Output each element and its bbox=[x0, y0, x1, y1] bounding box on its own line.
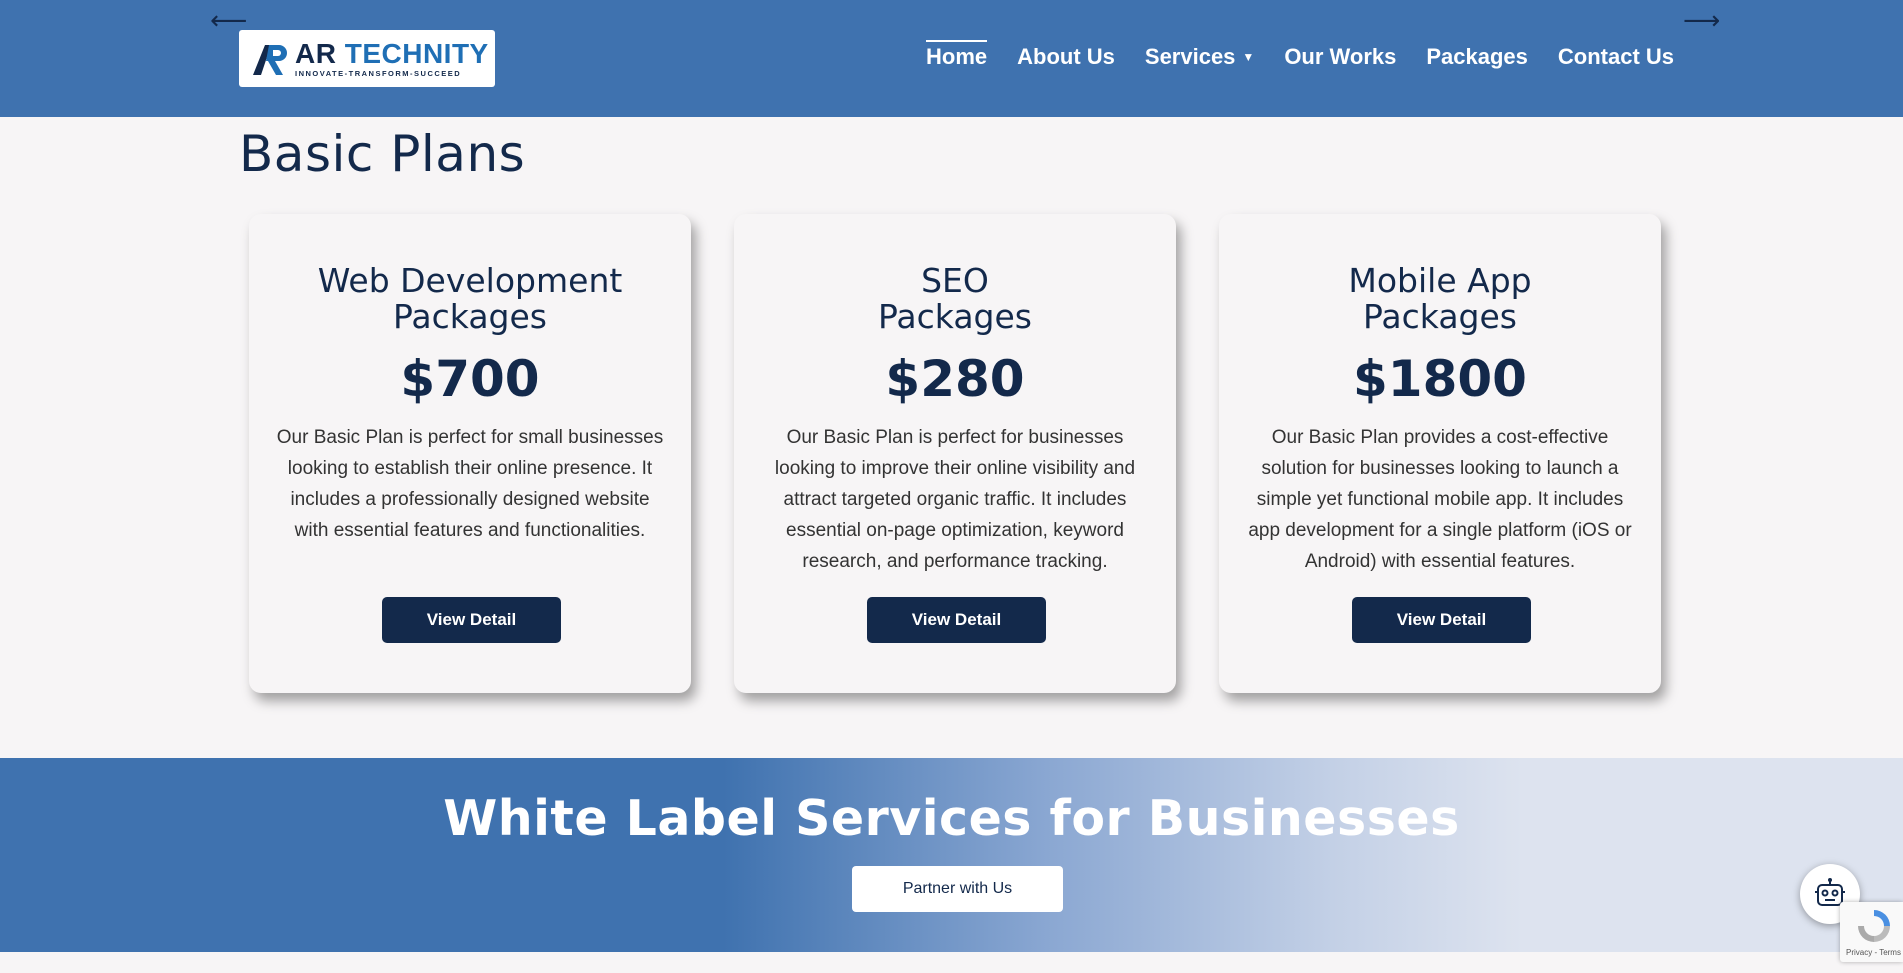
card-price: $1800 bbox=[1353, 350, 1527, 408]
logo-name-technity: TECHNITY bbox=[344, 37, 489, 69]
recaptcha-privacy-terms[interactable]: Privacy - Terms bbox=[1846, 948, 1901, 957]
view-detail-button[interactable]: View Detail bbox=[1352, 597, 1531, 643]
package-card-web-development: Web Development Packages $700 Our Basic … bbox=[249, 214, 691, 693]
nav-home[interactable]: Home bbox=[926, 40, 988, 70]
card-price: $700 bbox=[400, 350, 540, 408]
recaptcha-badge[interactable]: Privacy - Terms bbox=[1840, 902, 1903, 962]
nav-packages[interactable]: Packages bbox=[1426, 44, 1528, 70]
nav-our-works-label: Our Works bbox=[1284, 44, 1397, 69]
nav-packages-label: Packages bbox=[1426, 44, 1528, 69]
banner-title: White Label Services for Businesses bbox=[443, 790, 1460, 847]
card-title: Mobile App Packages bbox=[1348, 261, 1532, 336]
package-card-seo: SEO Packages $280 Our Basic Plan is perf… bbox=[734, 214, 1176, 693]
nav-about-us-label: About Us bbox=[1017, 44, 1115, 69]
nav-about-us[interactable]: About Us bbox=[1017, 44, 1115, 70]
nav-services[interactable]: Services ▼ bbox=[1145, 44, 1254, 70]
card-title: Web Development Packages bbox=[317, 261, 623, 336]
site-logo[interactable]: AR TECHNITY INNOVATE-TRANSFORM-SUCCEED bbox=[239, 30, 495, 87]
logo-name: AR TECHNITY bbox=[295, 37, 489, 69]
card-description: Our Basic Plan provides a cost-effective… bbox=[1248, 427, 1632, 572]
chevron-down-icon: ▼ bbox=[1242, 50, 1255, 64]
logo-name-ar: AR bbox=[295, 37, 337, 69]
site-header: ⟵ ⟶ AR TECHNITY INNOVATE-TRANSFORM-SUCCE… bbox=[0, 0, 1903, 117]
card-title: SEO Packages bbox=[878, 261, 1032, 336]
nav-contact-us[interactable]: Contact Us bbox=[1558, 44, 1674, 70]
view-detail-button[interactable]: View Detail bbox=[867, 597, 1046, 643]
nav-services-label: Services bbox=[1144, 44, 1236, 69]
main-nav: Home About Us Services ▼ Our Works Packag… bbox=[926, 40, 1674, 70]
logo-tagline: INNOVATE-TRANSFORM-SUCCEED bbox=[295, 68, 462, 78]
next-arrow-icon[interactable]: ⟶ bbox=[1683, 6, 1720, 36]
card-description: Our Basic Plan is perfect for businesses… bbox=[774, 427, 1136, 572]
page-bottom-strip bbox=[0, 952, 1903, 973]
nav-contact-us-label: Contact Us bbox=[1557, 44, 1675, 69]
view-detail-button[interactable]: View Detail bbox=[382, 597, 561, 643]
section-title: Basic Plans bbox=[239, 125, 526, 183]
logo-mark-icon bbox=[251, 41, 291, 77]
nav-our-works[interactable]: Our Works bbox=[1284, 44, 1396, 70]
white-label-banner: White Label Services for Businesses Part… bbox=[0, 758, 1903, 952]
recaptcha-icon bbox=[1858, 910, 1890, 942]
nav-home-label: Home bbox=[926, 44, 988, 69]
partner-with-us-button[interactable]: Partner with Us bbox=[852, 866, 1063, 912]
card-price: $280 bbox=[885, 350, 1025, 408]
package-card-mobile-app: Mobile App Packages $1800 Our Basic Plan… bbox=[1219, 214, 1661, 693]
card-description: Our Basic Plan is perfect for small busi… bbox=[276, 427, 664, 541]
